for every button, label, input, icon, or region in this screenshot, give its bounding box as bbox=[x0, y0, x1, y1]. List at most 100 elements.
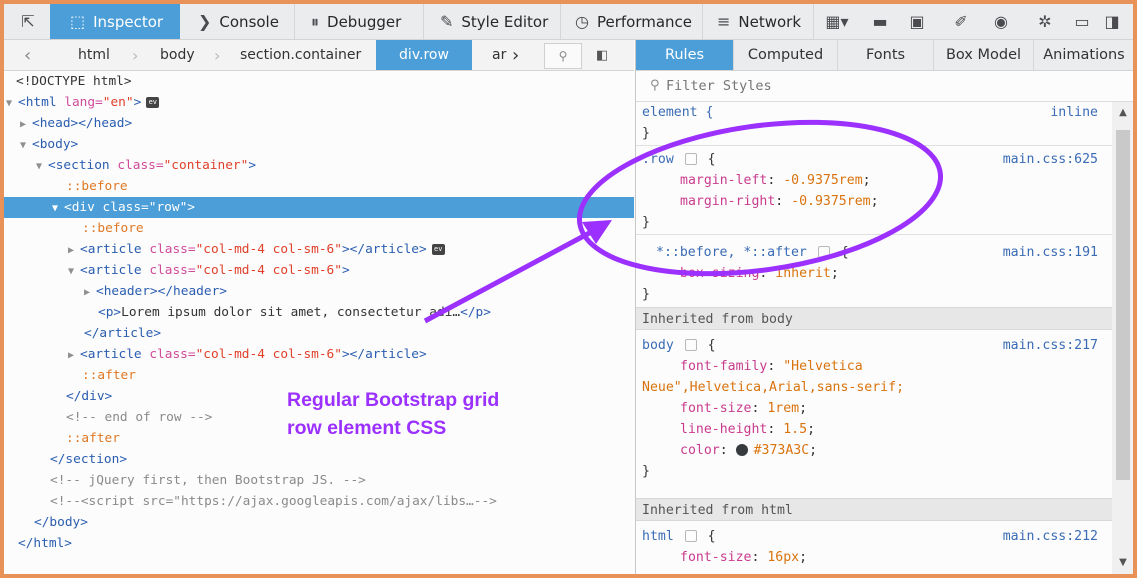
rules-sidebar: Rules Computed Fonts Box Model Animation… bbox=[635, 40, 1133, 574]
markup-node[interactable]: </section> bbox=[4, 449, 634, 470]
toggle-sidebar-icon[interactable]: ◧ bbox=[596, 40, 608, 70]
debugger-icon: ⏸ bbox=[311, 11, 320, 31]
markup-node[interactable]: ::before bbox=[4, 176, 634, 197]
tab-computed[interactable]: Computed bbox=[734, 40, 838, 70]
rule-selector[interactable]: html { bbox=[642, 526, 716, 547]
inherited-header: Inherited from html bbox=[636, 498, 1112, 521]
expand-arrow-icon[interactable]: ▼ bbox=[52, 198, 64, 219]
markup-node[interactable]: ▶ <header></header> bbox=[4, 281, 634, 302]
markup-node[interactable]: ▼ <html lang="en"> ev bbox=[4, 92, 634, 113]
css-declaration[interactable]: box-sizing: inherit; bbox=[680, 263, 839, 284]
markup-node[interactable]: ::before bbox=[4, 218, 634, 239]
collapsed-arrow-icon[interactable]: ▶ bbox=[68, 240, 80, 261]
markup-node[interactable]: <!DOCTYPE html> bbox=[4, 71, 634, 92]
inspector-icon: ⬚ bbox=[70, 12, 86, 31]
rule-selector[interactable]: body { bbox=[642, 335, 716, 356]
event-badge-icon[interactable]: ev bbox=[146, 97, 160, 108]
markup-node[interactable]: <!-- jQuery first, then Bootstrap JS. --… bbox=[4, 470, 634, 491]
split-console-icon[interactable]: ▦▾ bbox=[819, 4, 855, 39]
inherited-header: Inherited from body bbox=[636, 307, 1112, 330]
tab-debugger[interactable]: ⏸ Debugger bbox=[295, 4, 424, 39]
rules-scrollbar[interactable]: ▲ ▼ bbox=[1112, 102, 1133, 574]
tab-inspector[interactable]: ⬚ Inspector bbox=[50, 4, 180, 39]
devtools-toolbar: ⇱ ⬚ Inspector ❯ Console ⏸ Debugger ✎ Style E… bbox=[4, 4, 1133, 40]
tab-console[interactable]: ❯ Console bbox=[180, 4, 295, 39]
scratchpad-icon[interactable]: ▬ bbox=[866, 4, 894, 39]
breadcrumb-item-body[interactable]: body bbox=[160, 40, 195, 70]
rule-selector[interactable]: element { bbox=[642, 102, 713, 123]
selector-highlighter-icon[interactable] bbox=[684, 153, 697, 165]
collapsed-arrow-icon[interactable]: ▶ bbox=[84, 282, 96, 303]
css-declaration[interactable]: line-height: 1.5; bbox=[680, 419, 815, 440]
element-picker-icon[interactable]: ⇱ bbox=[14, 4, 42, 39]
breadcrumb-item-article[interactable]: ar bbox=[492, 40, 506, 70]
tab-style-editor[interactable]: ✎ Style Editor bbox=[424, 4, 561, 39]
breadcrumb-item-div-row[interactable]: div.row bbox=[376, 40, 472, 70]
settings-gear-icon[interactable]: ✲ bbox=[1031, 4, 1059, 39]
dock-bottom-icon[interactable]: ▭ bbox=[1068, 4, 1096, 39]
tab-animations[interactable]: Animations bbox=[1034, 40, 1133, 70]
markup-node-selected[interactable]: ▼ <div class="row"> bbox=[4, 197, 634, 218]
markup-node[interactable]: ▶ <head></head> bbox=[4, 113, 634, 134]
breadcrumb-forward-icon[interactable]: › bbox=[512, 40, 519, 70]
breadcrumb-item-html[interactable]: html bbox=[78, 40, 110, 70]
selector-highlighter-icon[interactable] bbox=[684, 339, 697, 351]
breadcrumb-back-icon[interactable]: ‹ bbox=[24, 40, 31, 70]
console-icon: ❯ bbox=[198, 12, 212, 31]
search-icon[interactable]: ⚲ bbox=[544, 43, 582, 69]
css-declaration[interactable]: margin-right: -0.9375rem; bbox=[680, 191, 879, 212]
selector-highlighter-icon[interactable] bbox=[684, 530, 697, 542]
expand-arrow-icon[interactable]: ▼ bbox=[20, 135, 32, 156]
markup-view: <!DOCTYPE html> ▼ <html lang="en"> ev ▶ <he… bbox=[4, 71, 634, 574]
expand-arrow-icon[interactable]: ▼ bbox=[36, 156, 48, 177]
css-declaration[interactable]: font-size: 16px; bbox=[680, 547, 807, 568]
expand-arrow-icon[interactable]: ▼ bbox=[6, 93, 18, 114]
breadcrumb-item-section[interactable]: section.container bbox=[240, 40, 361, 70]
css-declaration[interactable]: margin-left: -0.9375rem; bbox=[680, 170, 871, 191]
markup-node[interactable]: ▶ <article class="col-md-4 col-sm-6"></ar… bbox=[4, 344, 634, 365]
css-declaration[interactable]: color: #373A3C; bbox=[680, 440, 817, 461]
scroll-up-icon[interactable]: ▲ bbox=[1112, 104, 1133, 122]
markup-node[interactable]: <p>Lorem ipsum dolor sit amet, consectet… bbox=[4, 302, 634, 323]
markup-node[interactable]: ▶ <article class="col-md-4 col-sm-6"></ar… bbox=[4, 239, 634, 260]
event-badge-icon[interactable]: ev bbox=[431, 244, 445, 255]
markup-node[interactable]: <!--<script src="https://ajax.googleapis… bbox=[4, 491, 634, 512]
selector-highlighter-icon[interactable] bbox=[817, 246, 830, 258]
markup-node[interactable]: ▼ <body> bbox=[4, 134, 634, 155]
eyedropper-icon[interactable]: ✐ bbox=[947, 4, 975, 39]
scroll-down-icon[interactable]: ▼ bbox=[1112, 554, 1133, 572]
rule-source-link[interactable]: main.css:212 bbox=[1003, 526, 1098, 547]
collapsed-arrow-icon[interactable]: ▶ bbox=[68, 345, 80, 366]
scrollbar-thumb[interactable] bbox=[1116, 130, 1130, 480]
screenshot-icon[interactable]: ◉ bbox=[987, 4, 1015, 39]
css-declaration[interactable]: font-size: 1rem; bbox=[680, 398, 807, 419]
markup-node[interactable]: </html> bbox=[4, 533, 634, 554]
rule-source-link[interactable]: main.css:217 bbox=[1003, 335, 1098, 356]
tab-fonts[interactable]: Fonts bbox=[838, 40, 934, 70]
rule-selector[interactable]: .row { bbox=[642, 149, 716, 170]
rule-source-link[interactable]: inline bbox=[1050, 102, 1098, 123]
chevron-right-icon: › bbox=[132, 45, 139, 65]
markup-node[interactable]: ::after bbox=[4, 365, 634, 386]
sidebar-tabs: Rules Computed Fonts Box Model Animation… bbox=[636, 40, 1133, 71]
markup-node[interactable]: </article> bbox=[4, 323, 634, 344]
css-declaration[interactable]: font-family: "Helvetica bbox=[680, 356, 863, 377]
markup-node[interactable]: ▼ <article class="col-md-4 col-sm-6"> bbox=[4, 260, 634, 281]
dock-side-icon[interactable]: ◨ bbox=[1098, 4, 1126, 39]
css-declaration-continued[interactable]: Neue",Helvetica,Arial,sans-serif; bbox=[642, 377, 904, 398]
markup-node[interactable]: </body> bbox=[4, 512, 634, 533]
tab-rules[interactable]: Rules bbox=[636, 40, 734, 70]
collapsed-arrow-icon[interactable]: ▶ bbox=[20, 114, 32, 135]
rule-source-link[interactable]: main.css:625 bbox=[1003, 149, 1098, 170]
markup-node[interactable]: ▼ <section class="container"> bbox=[4, 155, 634, 176]
rule-selector[interactable]: *::before, *::after { bbox=[656, 242, 849, 263]
tab-network[interactable]: ≡ Network bbox=[703, 4, 814, 39]
tab-performance[interactable]: ◷ Performance bbox=[561, 4, 703, 39]
tab-box-model[interactable]: Box Model bbox=[934, 40, 1034, 70]
rule-source-link[interactable]: main.css:191 bbox=[1003, 242, 1098, 263]
filter-styles-input[interactable] bbox=[642, 75, 1122, 97]
responsive-icon[interactable]: ▣ bbox=[903, 4, 931, 39]
network-icon: ≡ bbox=[717, 12, 731, 31]
expand-arrow-icon[interactable]: ▼ bbox=[68, 261, 80, 282]
color-swatch[interactable] bbox=[735, 444, 748, 456]
